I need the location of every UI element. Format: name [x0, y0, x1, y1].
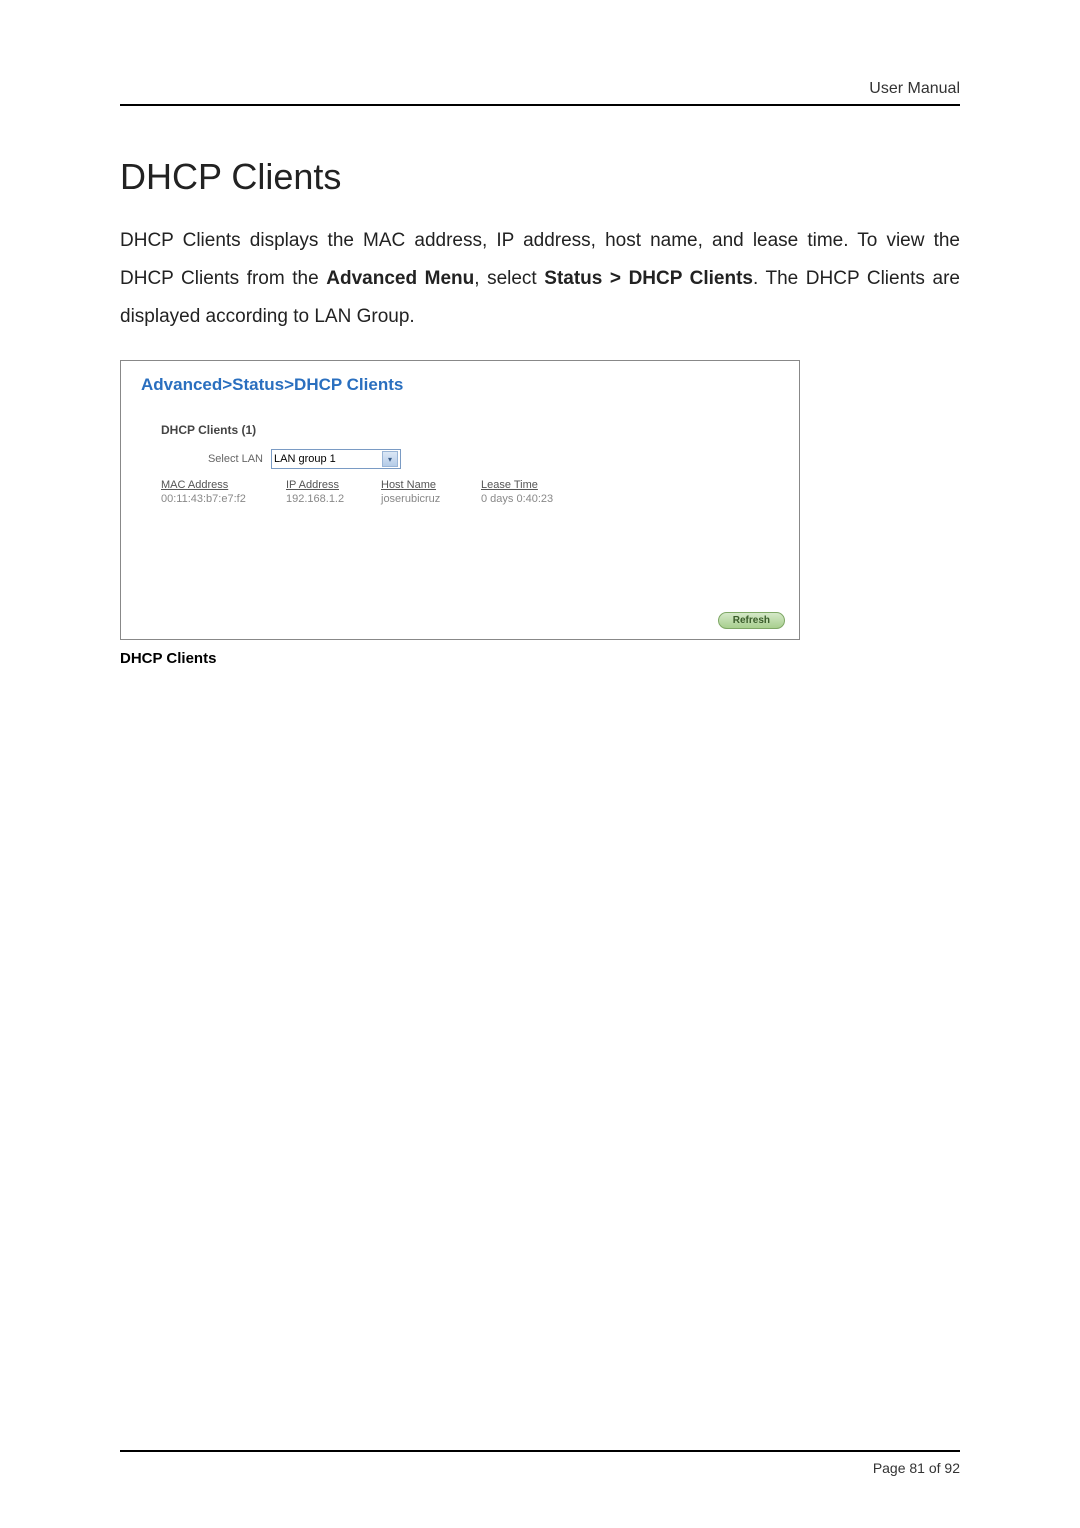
dhcp-clients-table: MAC Address IP Address Host Name Lease T…	[161, 479, 779, 505]
table-row: 00:11:43:b7:e7:f2 192.168.1.2 joserubicr…	[161, 493, 779, 505]
para-mid1: , select	[474, 268, 544, 289]
para-bold1: Advanced Menu	[326, 268, 474, 289]
col-header-lease: Lease Time	[481, 479, 591, 493]
panel-title: DHCP Clients (1)	[161, 423, 779, 437]
cell-host: joserubicruz	[381, 493, 481, 505]
footer-rule: Page 81 of 92	[120, 1450, 960, 1478]
embedded-screenshot: Advanced>Status>DHCP Clients DHCP Client…	[120, 360, 800, 640]
chevron-down-icon: ▾	[382, 451, 398, 467]
cell-ip: 192.168.1.2	[286, 493, 381, 505]
breadcrumb: Advanced>Status>DHCP Clients	[141, 375, 779, 395]
select-lan-dropdown[interactable]: LAN group 1 ▾	[271, 449, 401, 469]
select-lan-label: Select LAN	[141, 453, 271, 465]
cell-lease: 0 days 0:40:23	[481, 493, 591, 505]
para-bold2: Status > DHCP Clients	[544, 268, 753, 289]
figure-caption: DHCP Clients	[120, 650, 960, 667]
col-header-host: Host Name	[381, 479, 481, 493]
header-rule: User Manual	[120, 80, 960, 106]
col-header-ip: IP Address	[286, 479, 381, 493]
page-number: Page 81 of 92	[873, 1460, 960, 1476]
select-lan-value: LAN group 1	[274, 453, 336, 465]
header-text: User Manual	[869, 80, 960, 97]
col-header-mac: MAC Address	[161, 479, 286, 493]
table-header-row: MAC Address IP Address Host Name Lease T…	[161, 479, 779, 493]
cell-mac: 00:11:43:b7:e7:f2	[161, 493, 286, 505]
refresh-button[interactable]: Refresh	[718, 612, 785, 629]
section-title: DHCP Clients	[120, 156, 960, 198]
body-paragraph: DHCP Clients displays the MAC address, I…	[120, 222, 960, 336]
